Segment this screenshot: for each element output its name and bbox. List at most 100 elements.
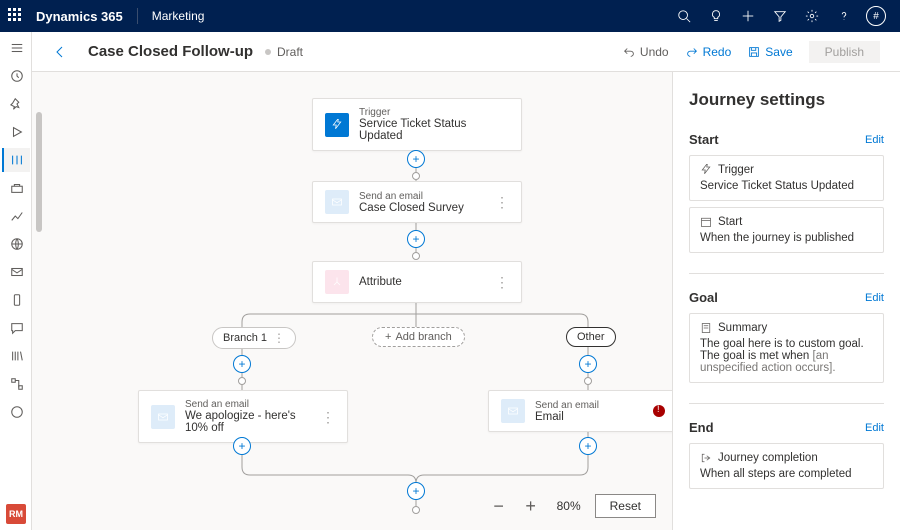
persona-badge[interactable]: RM	[6, 504, 26, 524]
filter-icon[interactable]	[764, 0, 796, 32]
section-heading: Start	[689, 132, 719, 147]
page-title: Case Closed Follow-up	[88, 43, 253, 60]
calendar-icon	[700, 216, 712, 228]
command-bar: Case Closed Follow-up Draft Undo Redo Sa…	[32, 32, 900, 72]
node-more-icon[interactable]: ⋮	[313, 410, 335, 424]
status-dot	[265, 49, 271, 55]
panel-title: Journey settings	[689, 90, 884, 110]
add-step-button[interactable]: +	[233, 355, 251, 373]
node-value: Service Ticket Status Updated	[359, 118, 509, 142]
globe-icon[interactable]	[2, 232, 30, 256]
device-icon[interactable]	[2, 288, 30, 312]
add-branch-button[interactable]: +Add branch	[372, 327, 465, 347]
play-icon[interactable]	[2, 120, 30, 144]
edit-link[interactable]: Edit	[865, 422, 884, 434]
email-icon	[501, 399, 525, 423]
node-more-icon[interactable]: ⋮	[487, 275, 509, 289]
email-node-survey[interactable]: Send an emailCase Closed Survey ⋮	[312, 181, 522, 223]
edit-link[interactable]: Edit	[865, 134, 884, 146]
node-label: Send an email	[359, 191, 464, 202]
card-completion[interactable]: Journey completion When all steps are co…	[689, 443, 884, 489]
user-avatar[interactable]: #	[860, 0, 892, 32]
trigger-icon	[700, 164, 712, 176]
add-step-button[interactable]: +	[407, 230, 425, 248]
help-icon[interactable]	[828, 0, 860, 32]
section-heading: End	[689, 420, 714, 435]
library-icon[interactable]	[2, 344, 30, 368]
trigger-node[interactable]: TriggerService Ticket Status Updated	[312, 98, 522, 151]
card-trigger[interactable]: Trigger Service Ticket Status Updated	[689, 155, 884, 201]
back-button[interactable]	[52, 42, 72, 62]
email-node-apology[interactable]: Send an emailWe apologize - here's 10% o…	[138, 390, 348, 443]
journey-canvas[interactable]: TriggerService Ticket Status Updated + S…	[32, 72, 672, 530]
zoom-controls: − + 80% Reset	[487, 494, 656, 518]
attribute-node[interactable]: Attribute ⋮	[312, 261, 522, 303]
branch-pill-other[interactable]: Other	[566, 327, 616, 347]
edit-link[interactable]: Edit	[865, 292, 884, 304]
section-heading: Goal	[689, 290, 718, 305]
flow-icon[interactable]	[2, 372, 30, 396]
pin-icon[interactable]	[2, 92, 30, 116]
undo-button[interactable]: Undo	[622, 45, 669, 59]
app-launcher-icon[interactable]	[8, 8, 24, 24]
brand-name: Dynamics 365	[36, 9, 123, 24]
section-end: End Edit Journey completion When all step…	[689, 420, 884, 489]
hamburger-icon[interactable]	[2, 36, 30, 60]
canvas-scrollbar[interactable]	[36, 72, 42, 530]
connector-endpoint	[412, 252, 420, 260]
section-divider	[689, 273, 884, 274]
summary-icon	[700, 322, 712, 334]
section-divider	[689, 403, 884, 404]
section-goal: Goal Edit Summary The goal here is to cus…	[689, 290, 884, 383]
lightbulb-icon[interactable]	[700, 0, 732, 32]
node-value: We apologize - here's 10% off	[185, 410, 303, 434]
chat-icon[interactable]	[2, 316, 30, 340]
exit-icon	[700, 452, 712, 464]
connector-endpoint	[412, 172, 420, 180]
add-step-button[interactable]: +	[233, 437, 251, 455]
node-value: Attribute	[359, 276, 402, 288]
add-step-button[interactable]: +	[407, 150, 425, 168]
trigger-icon	[325, 113, 349, 137]
recent-icon[interactable]	[2, 64, 30, 88]
branch-pill-1[interactable]: Branch 1⋮	[212, 327, 296, 349]
search-icon[interactable]	[668, 0, 700, 32]
mail-icon[interactable]	[2, 260, 30, 284]
card-summary[interactable]: Summary The goal here is to custom goal.…	[689, 313, 884, 383]
left-nav-rail: RM	[0, 32, 32, 530]
pill-more-icon[interactable]: ⋮	[273, 331, 285, 345]
card-start[interactable]: Start When the journey is published	[689, 207, 884, 253]
add-step-button[interactable]: +	[579, 355, 597, 373]
email-node-error[interactable]: Send an emailEmail	[488, 390, 672, 432]
global-navbar: Dynamics 365 Marketing #	[0, 0, 900, 32]
add-step-button[interactable]: +	[407, 482, 425, 500]
zoom-out-button[interactable]: −	[487, 494, 511, 518]
connector-endpoint	[584, 377, 592, 385]
status-text: Draft	[277, 45, 303, 59]
settings-icon[interactable]	[796, 0, 828, 32]
add-step-button[interactable]: +	[579, 437, 597, 455]
publish-button[interactable]: Publish	[809, 41, 880, 63]
zoom-level: 80%	[551, 499, 587, 513]
journey-icon[interactable]	[2, 148, 30, 172]
org-icon[interactable]	[2, 176, 30, 200]
area-name[interactable]: Marketing	[152, 9, 205, 23]
email-icon	[325, 190, 349, 214]
navbar-divider	[137, 8, 138, 24]
analytics-icon[interactable]	[2, 204, 30, 228]
add-icon[interactable]	[732, 0, 764, 32]
journey-settings-panel: Journey settings Start Edit Trigger Servi…	[672, 72, 900, 530]
node-label: Trigger	[359, 107, 509, 118]
email-icon	[151, 405, 175, 429]
zoom-in-button[interactable]: +	[519, 494, 543, 518]
redo-button[interactable]: Redo	[685, 45, 732, 59]
consent-icon[interactable]	[2, 400, 30, 424]
zoom-reset-button[interactable]: Reset	[595, 494, 656, 518]
node-label: Send an email	[185, 399, 303, 410]
connector-endpoint	[238, 377, 246, 385]
connector-endpoint	[412, 506, 420, 514]
node-more-icon[interactable]: ⋮	[487, 195, 509, 209]
save-button[interactable]: Save	[747, 45, 792, 59]
section-start: Start Edit Trigger Service Ticket Status …	[689, 132, 884, 253]
error-icon[interactable]	[653, 405, 665, 417]
